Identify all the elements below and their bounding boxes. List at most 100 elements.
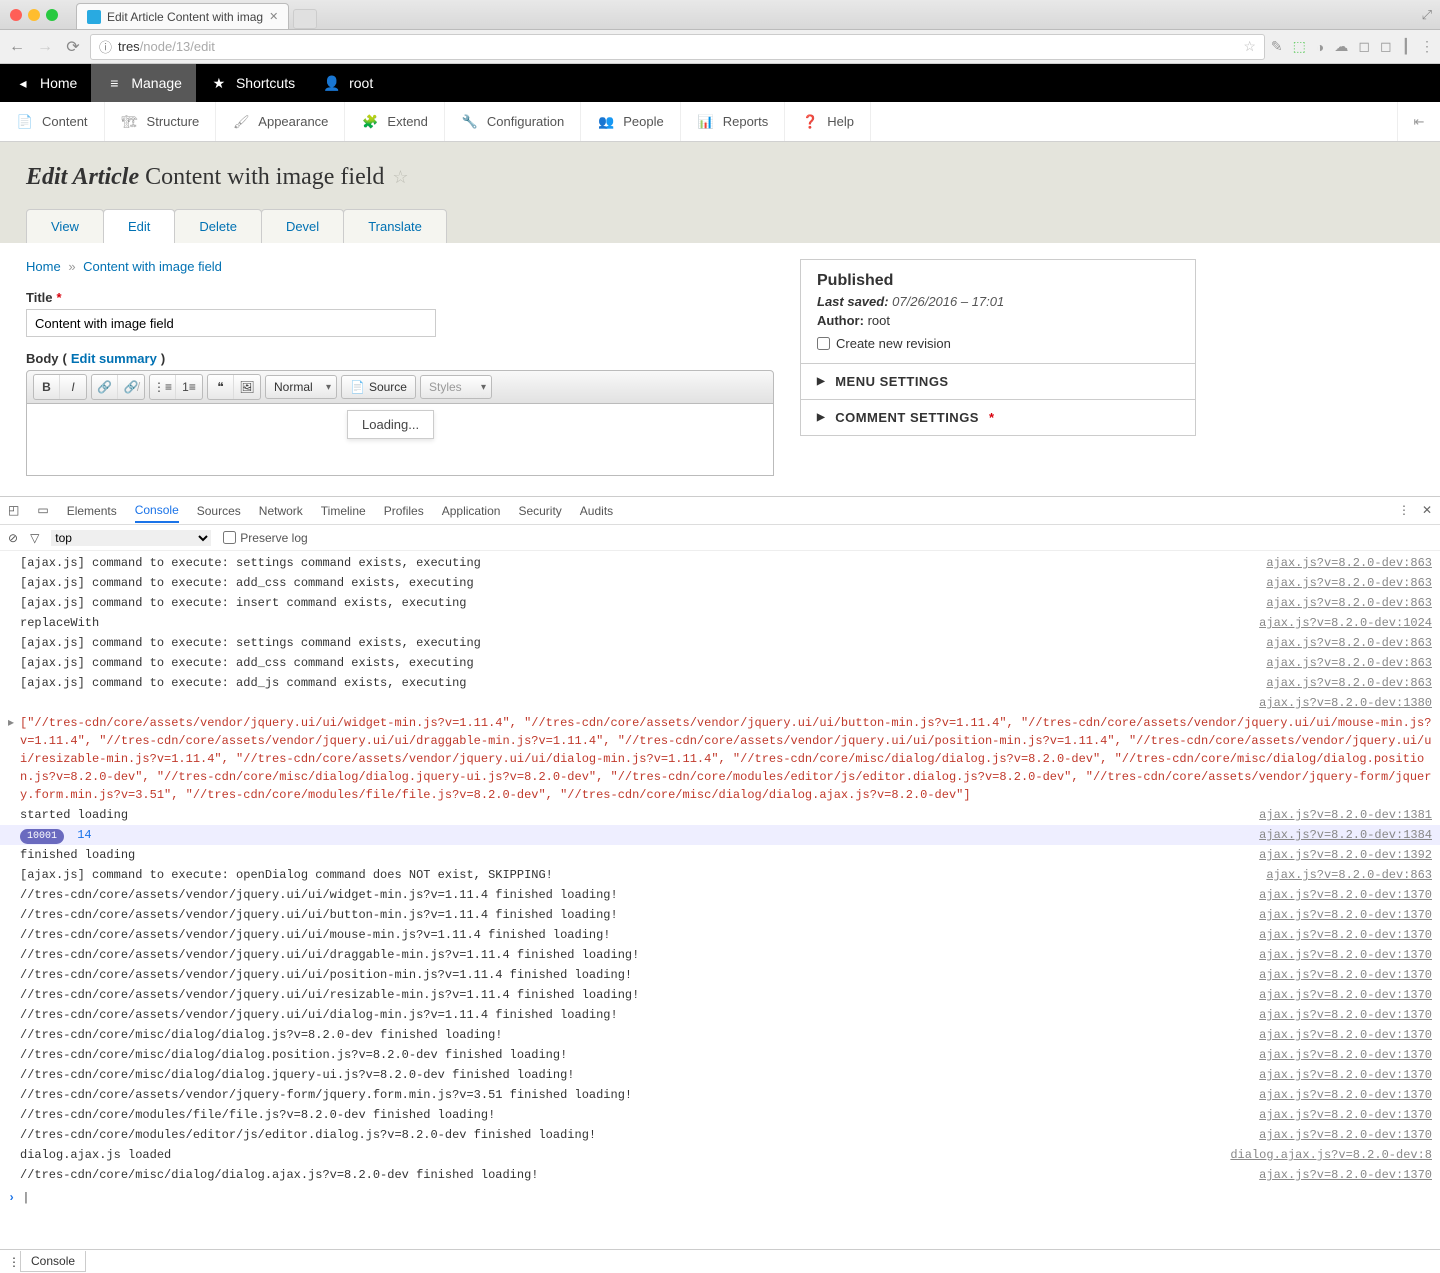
breadcrumb-home[interactable]: Home [26,259,61,274]
shortcut-star-icon[interactable]: ☆ [392,167,408,188]
browser-tab[interactable]: Edit Article Content with imag ✕ [76,3,289,29]
devtools-inspect-icon[interactable]: ◰ [8,503,19,518]
drawer-menu-icon[interactable]: ⋮ [8,1255,20,1269]
config-icon: 🔧 [461,114,479,130]
styles-select[interactable]: Styles [420,375,492,399]
toolbar-user[interactable]: 👤 root [309,64,387,102]
tab-edit[interactable]: Edit [103,209,175,243]
admin-help[interactable]: ❓Help [785,102,871,141]
ext-icon[interactable]: ☁ [1334,38,1348,55]
breadcrumb: Home » Content with image field [26,259,774,274]
profile-icon[interactable]: ┃ [1402,38,1410,55]
source-icon: 📄 [350,380,365,394]
tab-close-icon[interactable]: ✕ [269,10,278,23]
page-title: Edit Article Content with image field ☆ [26,164,1414,191]
title-input[interactable] [26,309,436,337]
maximize-icon[interactable]: ⤢ [1422,7,1432,23]
back-button[interactable]: ← [6,36,28,58]
tab-view[interactable]: View [26,209,104,243]
menu-icon[interactable]: ⋮ [1420,38,1434,55]
people-icon: 👥 [597,114,615,130]
toolbar-manage[interactable]: ≡ Manage [91,64,196,102]
edit-summary-link[interactable]: Edit summary [71,351,157,366]
forward-button: → [34,36,56,58]
info-icon[interactable]: ⓘ [99,37,112,56]
admin-appearance[interactable]: 🖌Appearance [216,102,345,141]
dt-tab-console[interactable]: Console [135,503,179,523]
tab-devel[interactable]: Devel [261,209,344,243]
zoom-window-icon[interactable] [46,9,58,21]
blockquote-button[interactable]: ❝ [208,375,234,399]
dt-tab-security[interactable]: Security [518,504,561,518]
filter-icon[interactable]: ▽ [30,531,39,545]
address-bar[interactable]: ⓘ tres/node/13/edit ☆ [90,34,1265,60]
format-select[interactable]: Normal [265,375,337,399]
ext-icon[interactable]: ◑ [1316,39,1324,55]
admin-configuration[interactable]: 🔧Configuration [445,102,581,141]
link-button[interactable]: 🔗 [92,375,118,399]
admin-people[interactable]: 👥People [581,102,680,141]
dt-tab-profiles[interactable]: Profiles [384,504,424,518]
create-revision-checkbox[interactable]: Create new revision [817,336,1179,351]
reports-icon: 📊 [697,114,715,130]
context-select[interactable]: top [51,530,211,546]
ext-icon[interactable]: ✎ [1271,38,1283,55]
minimize-window-icon[interactable] [28,9,40,21]
console-output[interactable]: [ajax.js] command to execute: settings c… [0,551,1440,1187]
devtools-menu-icon[interactable]: ⋮ [1398,503,1410,518]
ol-button[interactable]: 1≡ [176,375,202,399]
caret-right-icon: ▶ [817,412,825,423]
toolbar-shortcuts[interactable]: ★ Shortcuts [196,64,309,102]
drawer-console-tab[interactable]: Console [20,1251,86,1272]
admin-content[interactable]: 📄Content [0,102,105,141]
dt-tab-timeline[interactable]: Timeline [321,504,366,518]
tab-delete[interactable]: Delete [174,209,262,243]
ext-icon[interactable]: ⬚ [1293,38,1306,55]
structure-icon: 🏗 [121,114,139,130]
body-label: Body (Edit summary) [26,351,774,366]
admin-structure[interactable]: 🏗Structure [105,102,217,141]
sidebar-comment-settings[interactable]: ▶ COMMENT SETTINGS * [801,399,1195,435]
dt-tab-elements[interactable]: Elements [67,504,117,518]
editor-body[interactable]: Loading... [26,404,774,476]
caret-right-icon: ▶ [817,376,825,387]
content-icon: 📄 [16,114,34,130]
browser-toolbar: ← → ⟳ ⓘ tres/node/13/edit ☆ ✎ ⬚ ◑ ☁ ◻ ◻ … [0,30,1440,64]
admin-reports[interactable]: 📊Reports [681,102,786,141]
admin-extend[interactable]: 🧩Extend [345,102,444,141]
dt-tab-audits[interactable]: Audits [580,504,613,518]
favicon-icon [87,10,101,24]
breadcrumb-current[interactable]: Content with image field [83,259,222,274]
devtools-panel: ◰ ▭ Elements Console Sources Network Tim… [0,496,1440,1273]
console-prompt[interactable]: › [0,1187,1440,1209]
sidebar-menu-settings[interactable]: ▶ MENU SETTINGS [801,363,1195,399]
tab-translate[interactable]: Translate [343,209,447,243]
ext-icon[interactable]: ◻ [1380,38,1392,55]
source-button[interactable]: 📄 Source [341,375,416,399]
new-tab-button[interactable] [293,9,317,29]
appearance-icon: 🖌 [232,114,250,130]
tab-title: Edit Article Content with imag [107,10,263,24]
preserve-log-checkbox[interactable]: Preserve log [223,531,307,545]
bookmark-star-icon[interactable]: ☆ [1243,38,1256,55]
ext-icon[interactable]: ◻ [1358,38,1370,55]
italic-button[interactable]: I [60,375,86,399]
close-window-icon[interactable] [10,9,22,21]
reload-button[interactable]: ⟳ [62,36,84,58]
title-label: Title* [26,290,774,305]
window-controls [0,9,68,21]
drupal-toolbar: ◂ Home ≡ Manage ★ Shortcuts 👤 root [0,64,1440,102]
dt-tab-application[interactable]: Application [442,504,501,518]
devtools-close-icon[interactable]: ✕ [1422,503,1432,518]
toolbar-home[interactable]: ◂ Home [0,64,91,102]
image-button[interactable]: 🖼 [234,375,260,399]
unlink-button[interactable]: 🔗̸ [118,375,144,399]
dt-tab-sources[interactable]: Sources [197,504,241,518]
devtools-device-icon[interactable]: ▭ [37,503,48,518]
bold-button[interactable]: B [34,375,60,399]
devtools-drawer: ⋮ Console [0,1249,1440,1273]
dt-tab-network[interactable]: Network [259,504,303,518]
ul-button[interactable]: ⋮≡ [150,375,176,399]
toolbar-orientation-toggle[interactable]: ⇤ [1397,102,1440,141]
clear-console-icon[interactable]: ⊘ [8,531,18,545]
